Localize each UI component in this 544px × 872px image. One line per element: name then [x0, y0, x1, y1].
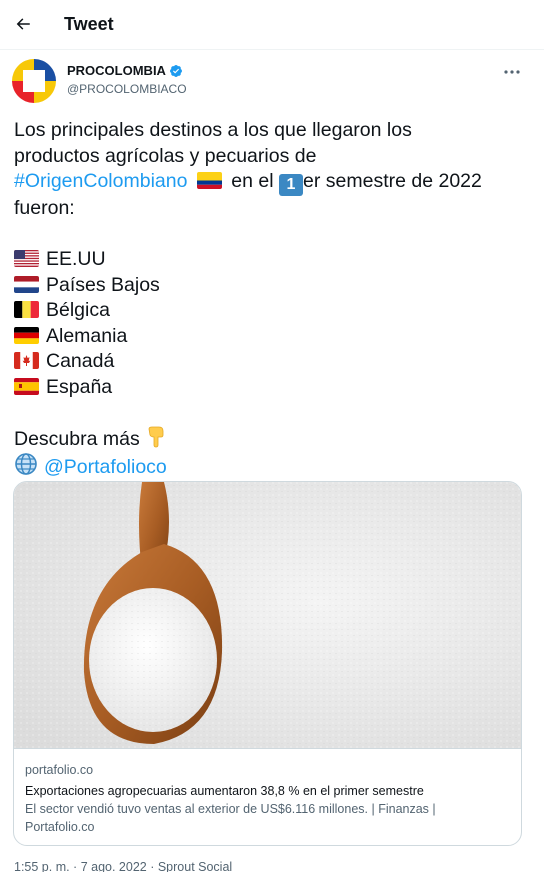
- tweet-text-fragment: er semestre de 2022: [303, 170, 482, 192]
- country-item: Países Bajos: [14, 273, 524, 299]
- pointing-down-hand-icon: [148, 426, 164, 447]
- verified-badge-icon: [169, 64, 182, 77]
- avatar[interactable]: [12, 59, 56, 103]
- country-name: Alemania: [46, 324, 128, 347]
- tweet-line: Descubra más: [14, 426, 524, 453]
- author-handle[interactable]: @PROCOLOMBIACO: [67, 82, 187, 96]
- country-item: EE.UU: [14, 247, 524, 273]
- netherlands-flag-icon: [14, 275, 39, 293]
- card-description: El sector vendió tuvo ventas al exterior…: [25, 802, 436, 816]
- page-title: Tweet: [64, 14, 114, 34]
- link-preview-card[interactable]: portafolio.co Exportaciones agropecuaria…: [13, 481, 522, 846]
- author-name[interactable]: PROCOLOMBIA: [67, 63, 183, 78]
- card-domain: portafolio.co: [25, 763, 94, 777]
- tweet-text: Los principales destinos a los que llega…: [14, 118, 524, 481]
- top-bar: Tweet: [0, 0, 544, 50]
- tweet-timestamp[interactable]: 1:55 p. m. · 7 ago. 2022 · Sprout Social: [14, 860, 232, 872]
- card-image: [14, 482, 521, 748]
- usa-flag-icon: [14, 250, 39, 267]
- tweet-line: Los principales destinos a los que llega…: [14, 119, 412, 141]
- germany-flag-icon: [14, 326, 39, 344]
- country-item: España: [14, 375, 524, 401]
- country-name: Canadá: [46, 350, 115, 372]
- mention-link[interactable]: @Portafolioco: [44, 456, 167, 478]
- country-name: EE.UU: [46, 248, 106, 270]
- tweet-line: productos agrícolas y pecuarios de: [14, 144, 317, 167]
- card-description: Portafolio.co: [25, 820, 95, 834]
- country-item: Alemania: [14, 324, 524, 350]
- more-options-button[interactable]: [500, 62, 524, 82]
- globe-icon: [15, 453, 37, 475]
- tweet-line: @Portafolioco: [14, 452, 524, 481]
- more-dots-icon: [504, 70, 520, 74]
- back-button[interactable]: [8, 9, 38, 39]
- country-name: Países Bajos: [46, 273, 160, 296]
- tweet-text-fragment: en el: [231, 170, 274, 192]
- spain-flag-icon: [14, 377, 39, 395]
- keycap-one-icon: 1: [279, 174, 303, 196]
- country-item: Canadá: [14, 349, 524, 375]
- colombia-flag-icon: [196, 172, 222, 189]
- arrow-left-icon: [16, 18, 30, 30]
- country-item: Bélgica: [14, 298, 524, 324]
- canada-flag-icon: [14, 352, 39, 369]
- hashtag-link[interactable]: #OrigenColombiano: [14, 170, 187, 192]
- card-info: portafolio.co Exportaciones agropecuaria…: [14, 748, 521, 845]
- author-name-text: PROCOLOMBIA: [67, 63, 166, 78]
- country-name: España: [46, 375, 113, 398]
- belgium-flag-icon: [14, 301, 39, 318]
- cta-text: Descubra más: [14, 427, 140, 450]
- tweet-line: #OrigenColombiano en el 1 er semestre de …: [14, 169, 524, 196]
- tweet-line: fueron:: [14, 197, 75, 219]
- country-name: Bélgica: [46, 299, 110, 321]
- card-title: Exportaciones agropecuarias aumentaron 3…: [25, 784, 424, 798]
